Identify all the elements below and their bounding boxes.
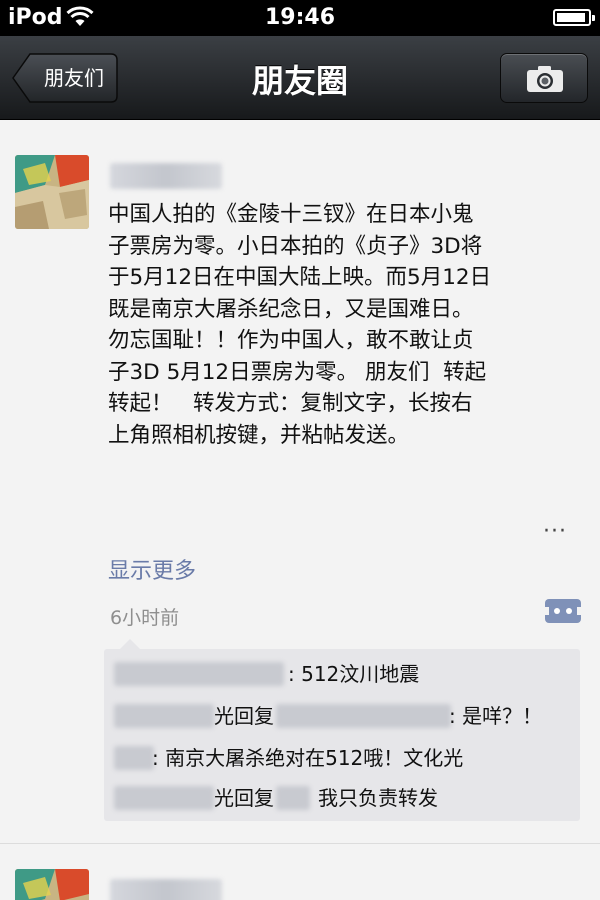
- show-more-link[interactable]: 显示更多: [108, 553, 196, 585]
- post-line: 既是南京大屠杀纪念日，又是国难日。: [108, 296, 474, 322]
- battery-icon: [553, 9, 595, 26]
- status-bar: iPod 19:46: [0, 0, 600, 36]
- comment-text: : 南京大屠杀绝对在512哦！文化光: [152, 746, 464, 770]
- comments-panel: : 512汶川地震 光回复 : 是咩？！ : 南京大屠杀绝对在512哦！文化光 …: [104, 639, 580, 821]
- comment-text: : 512汶川地震: [288, 662, 420, 686]
- moments-feed[interactable]: 中国人拍的《金陵十三钗》在日本小鬼 子票房为零。小日本拍的《贞子》3D将 于5月…: [0, 121, 600, 900]
- comment-text: : 是咩？！: [449, 704, 543, 728]
- post-line: 上角照相机按键，并粘帖发送。: [108, 422, 410, 448]
- camera-icon: [527, 66, 563, 92]
- post-line: 于5月12日在中国大陆上映。而5月12日: [108, 265, 492, 290]
- comment-text: 我只负责转发: [318, 786, 438, 810]
- post-line: 勿忘国耻！！作为中国人，敢不敢让贞: [108, 328, 474, 353]
- avatar-image: [15, 155, 89, 229]
- author-name-blurred[interactable]: [110, 879, 222, 900]
- avatar[interactable]: [15, 869, 89, 900]
- comment[interactable]: 光回复 : 是咩？！: [104, 699, 580, 733]
- comment[interactable]: 光回复 我只负责转发: [104, 781, 580, 815]
- post-line: 中国人拍的《金陵十三钗》在日本小鬼: [108, 202, 474, 227]
- comment-icon[interactable]: [544, 597, 582, 627]
- commenter-name-blurred[interactable]: [114, 704, 214, 728]
- post-text: 中国人拍的《金陵十三钗》在日本小鬼 子票房为零。小日本拍的《贞子》3D将 于5月…: [108, 199, 578, 451]
- reply-target-blurred[interactable]: [276, 786, 310, 810]
- more-options-button[interactable]: ···: [543, 519, 567, 544]
- post-line: 转起！ 转发方式：复制文字，长按右: [108, 391, 473, 416]
- navigation-bar: 朋友们 朋友圈: [0, 36, 600, 120]
- reply-label: 光回复: [214, 704, 274, 728]
- reply-target-blurred[interactable]: [276, 704, 451, 728]
- avatar[interactable]: [15, 155, 89, 229]
- camera-button[interactable]: [500, 53, 588, 103]
- comment[interactable]: : 512汶川地震: [104, 657, 580, 691]
- post-line: 子3D 5月12日票房为零。 朋友们 转起: [108, 359, 487, 385]
- commenter-name-blurred[interactable]: [114, 746, 154, 770]
- commenter-name-blurred[interactable]: [114, 786, 214, 810]
- reply-label: 光回复: [214, 786, 274, 810]
- post-divider: [0, 843, 600, 844]
- post-timestamp: 6小时前: [110, 607, 180, 629]
- post-line: 子票房为零。小日本拍的《贞子》3D将: [108, 233, 483, 259]
- avatar-image: [15, 869, 89, 900]
- clock: 19:46: [264, 5, 336, 30]
- comment[interactable]: : 南京大屠杀绝对在512哦！文化光: [104, 741, 580, 775]
- commenter-name-blurred[interactable]: [114, 662, 284, 686]
- author-name-blurred[interactable]: [110, 163, 222, 189]
